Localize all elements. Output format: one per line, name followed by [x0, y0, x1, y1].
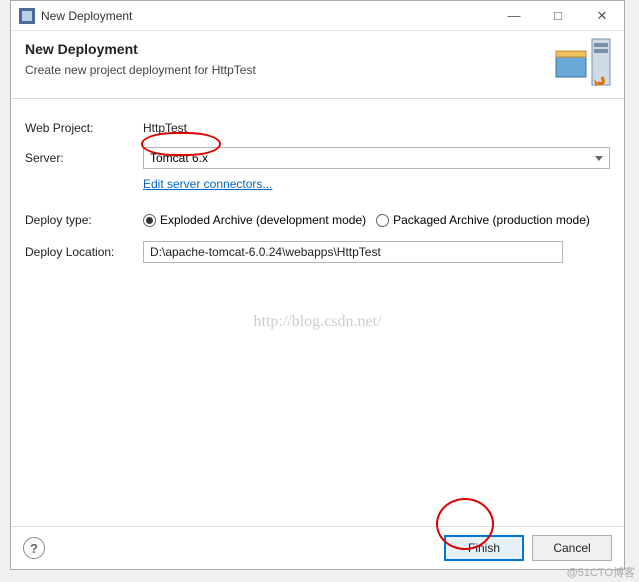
radio-icon — [376, 214, 389, 227]
corner-watermark: @51CTO博客 — [567, 564, 635, 580]
deploy-type-label: Deploy type: — [25, 213, 143, 227]
dialog-window: New Deployment — □ ✕ New Deployment Crea… — [10, 0, 625, 570]
radio-exploded-item[interactable]: Exploded Archive (development mode) — [143, 213, 366, 227]
app-icon — [19, 8, 35, 24]
deploy-location-label: Deploy Location: — [25, 245, 143, 259]
dialog-header: New Deployment Create new project deploy… — [11, 31, 624, 99]
form-area: Web Project: HttpTest Server: Tomcat 6.x… — [11, 99, 624, 526]
edit-server-connectors-link[interactable]: Edit server connectors... — [143, 177, 272, 191]
window-title: New Deployment — [41, 9, 132, 23]
maximize-button[interactable]: □ — [536, 1, 580, 30]
watermark-text: http://blog.csdn.net/ — [25, 313, 610, 331]
deploy-type-radio-group: Exploded Archive (development mode) Pack… — [143, 213, 590, 227]
titlebar: New Deployment — □ ✕ — [11, 1, 624, 31]
server-row: Server: Tomcat 6.x — [25, 147, 610, 169]
server-select[interactable]: Tomcat 6.x — [143, 147, 610, 169]
deploy-location-row: Deploy Location: — [25, 241, 610, 263]
web-project-row: Web Project: HttpTest — [25, 117, 610, 139]
web-project-value: HttpTest — [143, 121, 187, 135]
minimize-button[interactable]: — — [492, 1, 536, 30]
radio-icon — [143, 214, 156, 227]
cancel-button[interactable]: Cancel — [532, 535, 612, 561]
radio-exploded-label: Exploded Archive (development mode) — [160, 213, 366, 227]
help-icon[interactable]: ? — [23, 537, 45, 559]
page-description: Create new project deployment for HttpTe… — [25, 63, 610, 77]
web-project-label: Web Project: — [25, 121, 143, 135]
radio-packaged-item[interactable]: Packaged Archive (production mode) — [376, 213, 590, 227]
server-label: Server: — [25, 151, 143, 165]
edit-connectors-row: Edit server connectors... — [143, 177, 610, 191]
server-select-value: Tomcat 6.x — [150, 151, 208, 165]
page-title: New Deployment — [25, 41, 610, 57]
deploy-type-row: Deploy type: Exploded Archive (developme… — [25, 209, 610, 231]
footer-buttons: Finish Cancel — [444, 535, 612, 561]
deploy-location-input[interactable] — [143, 241, 563, 263]
close-button[interactable]: ✕ — [580, 1, 624, 30]
finish-button[interactable]: Finish — [444, 535, 524, 561]
dialog-footer: ? Finish Cancel — [11, 526, 624, 569]
radio-packaged-label: Packaged Archive (production mode) — [393, 213, 590, 227]
window-controls: — □ ✕ — [492, 1, 624, 30]
deployment-icon — [554, 37, 612, 87]
